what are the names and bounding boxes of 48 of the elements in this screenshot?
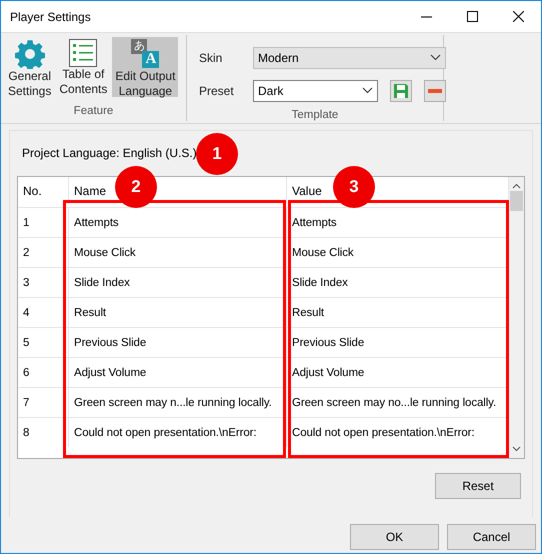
settings-icon xyxy=(14,39,45,69)
list-icon xyxy=(69,39,98,67)
scroll-down-icon[interactable] xyxy=(512,446,521,452)
table-cell: 1 xyxy=(18,207,69,237)
cancel-button[interactable]: Cancel xyxy=(447,524,536,550)
table-cell: 7 xyxy=(18,387,69,417)
chevron-down-icon xyxy=(430,54,441,61)
table-cell: Previous Slide xyxy=(69,327,287,357)
table-cell: 5 xyxy=(18,327,69,357)
table-cell: Could not open presentation.\nError: xyxy=(69,417,287,447)
remove-button[interactable] xyxy=(424,80,446,102)
save-button[interactable] xyxy=(390,80,412,102)
table-cell: 3 xyxy=(18,267,69,297)
window-title: Player Settings xyxy=(9,10,92,24)
scroll-up-icon[interactable] xyxy=(512,183,521,189)
table-cell: 4 xyxy=(18,297,69,327)
project-language-label: Project Language: English (U.S.) xyxy=(22,146,197,162)
field-label: Skin xyxy=(199,50,224,64)
reset-button[interactable]: Reset xyxy=(435,473,521,499)
feature-button[interactable]: Table of Contents xyxy=(56,37,110,97)
callout-badge: 1 xyxy=(196,133,238,175)
maximize-icon xyxy=(466,11,478,22)
callout-badge: 2 xyxy=(115,166,157,208)
column-header: No. xyxy=(18,177,69,204)
feature-button[interactable]: General Settings xyxy=(5,37,54,97)
group-label: Feature xyxy=(72,104,114,119)
group-label: Template xyxy=(290,108,340,123)
table-cell: Green screen may n...le running locally. xyxy=(69,387,287,417)
table-cell: Attempts xyxy=(69,207,287,237)
table-cell: 8 xyxy=(18,417,69,447)
table-cell: Result xyxy=(69,297,287,327)
scrollbar[interactable] xyxy=(509,177,524,458)
table-cell: Adjust Volume xyxy=(69,357,287,387)
ok-button[interactable]: OK xyxy=(350,524,439,550)
preset-dropdown[interactable]: Dark xyxy=(253,80,378,102)
close-icon xyxy=(512,11,524,22)
feature-button[interactable]: あ A Edit Output Language xyxy=(112,37,178,97)
table-cell: Slide Index xyxy=(69,267,287,297)
chevron-down-icon xyxy=(362,87,373,94)
scroll-thumb[interactable] xyxy=(510,191,523,211)
minimize-icon xyxy=(420,16,432,18)
table-cell: 2 xyxy=(18,237,69,267)
table-cell: Mouse Click xyxy=(69,237,287,267)
save-icon xyxy=(393,82,409,98)
table-cell: 6 xyxy=(18,357,69,387)
minus-icon xyxy=(428,88,442,92)
field-label: Preset xyxy=(199,84,235,98)
callout-badge: 3 xyxy=(333,166,375,208)
